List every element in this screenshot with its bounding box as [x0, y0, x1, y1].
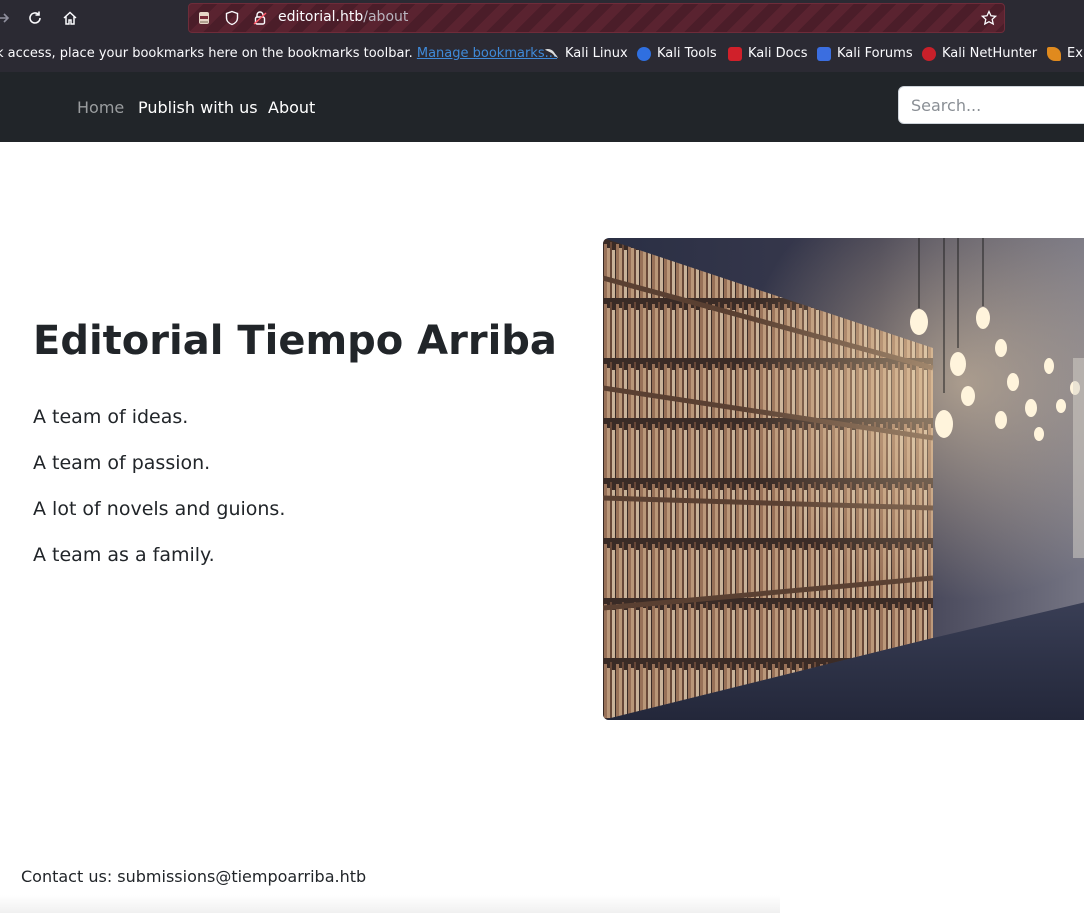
insecure-lock-icon[interactable] [252, 10, 268, 26]
shield-icon[interactable] [224, 10, 240, 26]
bookmark-star-icon[interactable] [981, 10, 997, 26]
url-host: editorial.htb [278, 9, 364, 25]
library-bookshelf-image [603, 238, 1084, 720]
home-icon[interactable] [58, 6, 82, 30]
url-path: /about [363, 9, 409, 25]
browser-toolbar: editorial.htb/about [0, 0, 1084, 36]
bookmark-label: Kali NetHunter [942, 46, 1038, 61]
tagline-1: A team of ideas. [33, 406, 189, 428]
nav-home-link[interactable]: Home [77, 98, 124, 117]
search-input[interactable] [898, 86, 1084, 124]
bookmark-label: Kali Forums [837, 46, 913, 61]
footer-divider [0, 895, 780, 913]
bookmark-kali-docs[interactable]: Kali Docs [728, 46, 808, 61]
kali-forums-icon [817, 46, 831, 61]
bookmark-label: Kali Docs [748, 46, 808, 61]
bookmark-label: Kali Tools [657, 46, 717, 61]
nav-publish-link[interactable]: Publish with us [138, 98, 258, 117]
kali-docs-icon [728, 46, 742, 61]
exploit-db-icon [1047, 46, 1061, 61]
bookmark-kali-nethunter[interactable]: Kali NetHunter [922, 46, 1037, 61]
bookmark-kali-forums[interactable]: Kali Forums [817, 46, 913, 61]
bookmark-label: Kali Linux [565, 46, 628, 61]
nav-about-link[interactable]: About [268, 98, 315, 117]
bookmarks-toolbar: k access, place your bookmarks here on t… [0, 36, 1084, 72]
bookmark-label: Exp [1067, 46, 1084, 61]
tagline-4: A team as a family. [33, 544, 215, 566]
kali-nethunter-icon [922, 46, 936, 61]
forward-arrow-icon[interactable] [0, 6, 16, 30]
bookmark-kali-linux[interactable]: Kali Linux [544, 46, 628, 61]
reload-icon[interactable] [23, 6, 47, 30]
manage-bookmarks-link[interactable]: Manage bookmarks... [417, 46, 557, 61]
bookmark-exploit-db[interactable]: Exp [1047, 46, 1084, 61]
page-title: Editorial Tiempo Arriba [33, 318, 557, 364]
bookmarks-message-text: k access, place your bookmarks here on t… [0, 46, 413, 61]
kali-tools-icon [637, 46, 651, 61]
tagline-2: A team of passion. [33, 452, 211, 474]
bookmarks-message: k access, place your bookmarks here on t… [0, 46, 557, 61]
footer-contact: Contact us: submissions@tiempoarriba.htb [21, 867, 367, 886]
kali-dragon-icon [544, 48, 559, 59]
incognito-mask-icon [196, 10, 212, 26]
bookmark-kali-tools[interactable]: Kali Tools [637, 46, 717, 61]
url-bar[interactable]: editorial.htb/about [188, 3, 1005, 33]
site-navbar: Home Publish with us About [0, 72, 1084, 142]
tagline-3: A lot of novels and guions. [33, 498, 286, 520]
url-text[interactable]: editorial.htb/about [278, 9, 408, 25]
